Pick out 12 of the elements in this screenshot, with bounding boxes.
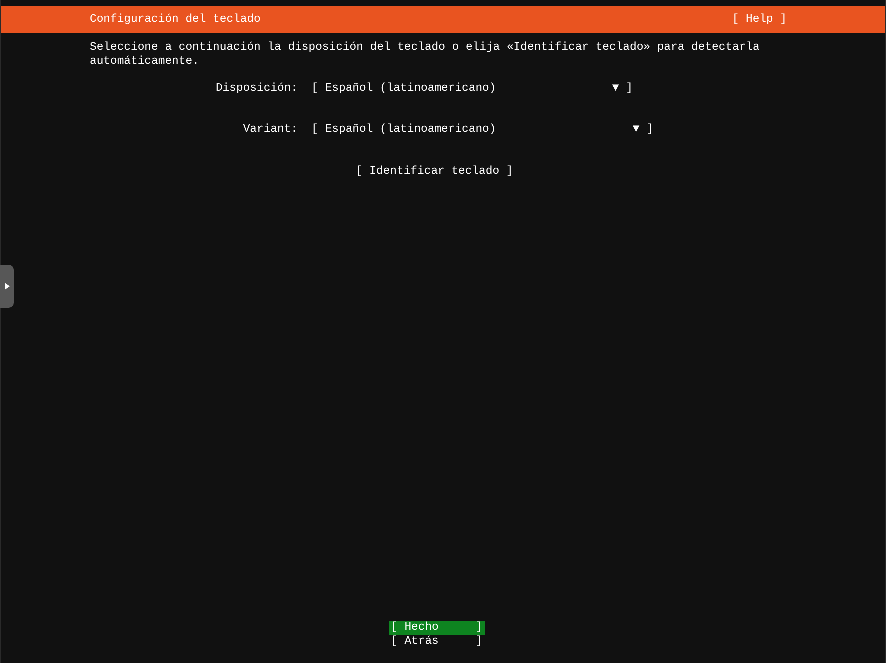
description-text: Seleccione a continuación la disposición del teclado o elija «Identificar teclado» para detectarla automáticamente.: [90, 41, 761, 69]
identify-keyboard-button[interactable]: [ Identificar teclado ]: [356, 165, 514, 179]
field-label: Variant:: [242, 123, 298, 137]
field-label: Disposición:: [214, 82, 298, 96]
side-panel-handle[interactable]: [0, 265, 14, 308]
page-title: Configuración del teclado: [90, 12, 261, 26]
help-button[interactable]: [ Help ]: [732, 12, 787, 26]
dropdown[interactable]: [ Español (latinoamericano) ▼ ]: [312, 123, 654, 137]
triangle-icon: [4, 283, 10, 290]
done-button[interactable]: [ Hecho ]: [389, 621, 485, 635]
dropdown[interactable]: [ Español (latinoamericano) ▼ ]: [312, 82, 633, 96]
back-button[interactable]: [ Atrás ]: [389, 635, 485, 649]
